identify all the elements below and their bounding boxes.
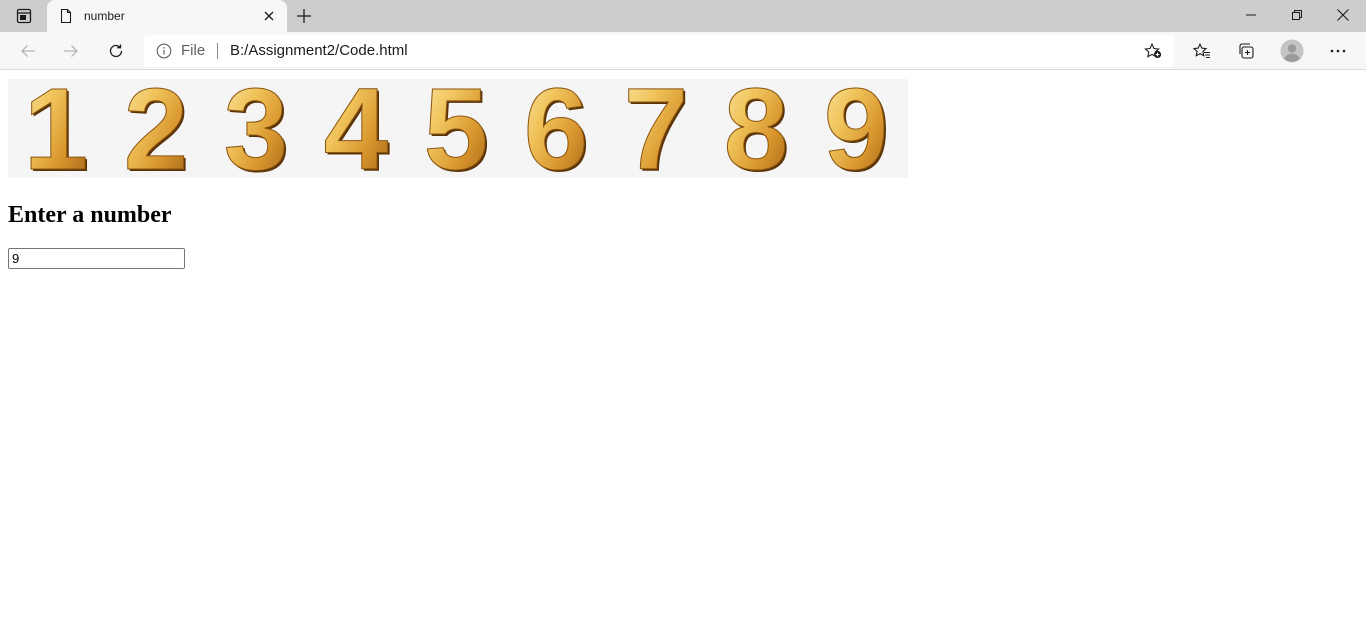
banner-digit: 3 — [224, 79, 289, 178]
window-close-icon — [1337, 9, 1349, 21]
favorites-button[interactable] — [1186, 35, 1218, 67]
favorites-icon — [1193, 43, 1210, 59]
collections-icon — [1239, 43, 1254, 59]
profile-button[interactable] — [1276, 35, 1308, 67]
back-arrow-icon — [21, 45, 35, 57]
forward-button[interactable] — [55, 35, 87, 67]
numbers-banner-image: 112233445566778899 — [8, 79, 908, 178]
reload-button[interactable] — [100, 35, 132, 67]
banner-digit: 5 — [424, 79, 489, 178]
minimize-icon — [1246, 14, 1256, 16]
close-icon — [264, 11, 274, 21]
banner-digit: 7 — [624, 79, 689, 178]
banner-digit: 1 — [24, 79, 89, 178]
page-icon — [60, 8, 72, 24]
numbers-banner-graphic: 11 22 33 44 55 66 77 88 99 — [23, 79, 890, 178]
collections-button[interactable] — [1230, 35, 1262, 67]
tab-title: number — [84, 9, 125, 23]
window-close-button[interactable] — [1320, 0, 1366, 30]
browser-tab[interactable]: number — [47, 0, 287, 32]
profile-icon — [1280, 39, 1304, 63]
banner-digit: 8 — [724, 79, 789, 178]
tab-strip: number — [0, 0, 1366, 32]
page-heading: Enter a number — [8, 202, 172, 228]
plus-icon — [297, 9, 311, 23]
forward-arrow-icon — [64, 45, 78, 57]
url-text[interactable]: B:/Assignment2/Code.html — [230, 43, 408, 59]
browser-toolbar: File B:/Assignment2/Code.html — [0, 32, 1366, 70]
address-separator — [217, 43, 218, 59]
tab-actions-button[interactable] — [8, 4, 40, 28]
scheme-label: File — [181, 42, 206, 59]
address-bar[interactable]: File B:/Assignment2/Code.html — [144, 35, 1174, 67]
restore-button[interactable] — [1274, 0, 1320, 30]
banner-digit: 6 — [524, 79, 589, 178]
page-content: 112233445566778899 Enter a number — [0, 71, 1366, 637]
reload-icon — [109, 44, 123, 58]
tab-actions-icon — [16, 8, 32, 24]
info-icon[interactable] — [156, 43, 172, 59]
banner-digit: 9 — [824, 79, 889, 178]
more-button[interactable] — [1322, 35, 1354, 67]
banner-digit: 2 — [124, 79, 189, 178]
tab-close-button[interactable] — [261, 8, 277, 24]
banner-digit: 4 — [324, 79, 389, 178]
new-tab-button[interactable] — [290, 4, 318, 28]
add-favorite-icon[interactable] — [1144, 43, 1162, 59]
more-icon — [1330, 49, 1346, 53]
back-button[interactable] — [12, 35, 44, 67]
minimize-button[interactable] — [1228, 0, 1274, 30]
number-input[interactable] — [8, 248, 185, 269]
restore-icon — [1292, 10, 1302, 20]
